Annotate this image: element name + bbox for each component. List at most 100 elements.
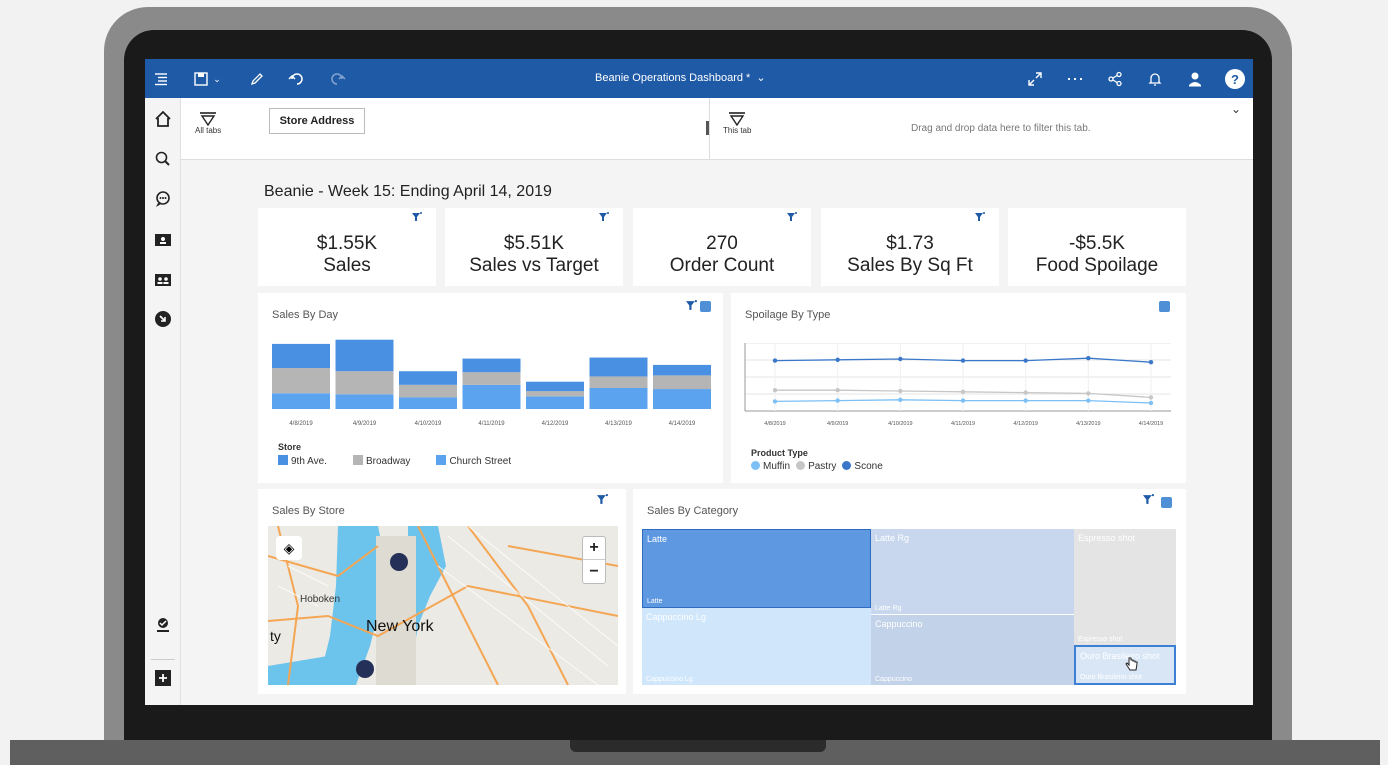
data-point[interactable] <box>1086 391 1091 396</box>
sales-by-store-card[interactable]: Sales By Store ◈ + − Hoboken New York ty <box>258 489 626 694</box>
layers-button[interactable]: ◈ <box>276 536 302 560</box>
all-tabs-filter[interactable]: All tabs <box>195 112 221 135</box>
help-icon[interactable]: ? <box>1225 69 1245 89</box>
filter-icon[interactable] <box>686 300 697 311</box>
data-point[interactable] <box>835 357 840 362</box>
sales-by-category-card[interactable]: Sales By Category Latte Latte Latte Rg L… <box>633 489 1186 694</box>
data-point[interactable] <box>1148 395 1154 400</box>
bar-segment[interactable] <box>335 394 394 409</box>
team-content-icon[interactable] <box>151 268 175 290</box>
bar-segment[interactable] <box>653 375 711 390</box>
data-point[interactable] <box>1086 356 1091 361</box>
treemap-cell[interactable]: Latte Rg Latte Rg <box>871 529 1074 614</box>
data-point[interactable] <box>1023 390 1028 395</box>
spoilage-by-type-card[interactable]: Spoilage By Type 4/8/2019 4/9/2019 4/10/20… <box>731 293 1186 483</box>
kpi-order-count[interactable]: 270 Order Count <box>633 208 811 286</box>
filter-icon[interactable] <box>597 494 608 505</box>
data-point[interactable] <box>1086 398 1091 403</box>
kpi-sales-vs-target[interactable]: $5.51K Sales vs Target <box>445 208 623 286</box>
bar-segment[interactable] <box>526 396 584 409</box>
data-point[interactable] <box>772 358 778 363</box>
bar-segment[interactable] <box>399 397 457 409</box>
undo-icon[interactable] <box>287 69 307 89</box>
treemap-cell[interactable]: Latte Latte <box>642 529 871 608</box>
chevron-down-icon[interactable]: ⌄ <box>211 69 223 89</box>
zoom-in-button[interactable]: + <box>583 537 605 560</box>
zoom-out-button[interactable]: − <box>583 560 605 583</box>
share-icon[interactable] <box>1105 69 1125 89</box>
treemap-cell[interactable]: Cappuccino Lg Cappuccino Lg <box>642 608 871 685</box>
bar-segment[interactable] <box>335 371 394 395</box>
dashboard-title[interactable]: Beanie Operations Dashboard * ⌄ <box>595 71 766 85</box>
spoilage-by-type-chart[interactable]: 4/8/2019 4/9/2019 4/10/2019 4/11/2019 4/12/2… <box>731 343 1186 433</box>
bar-segment[interactable] <box>653 364 711 376</box>
data-point[interactable] <box>960 398 966 403</box>
bar-segment[interactable] <box>589 357 648 377</box>
data-point[interactable] <box>1023 398 1028 403</box>
data-point[interactable] <box>960 358 966 363</box>
legend-item[interactable]: 9th Ave. <box>278 455 327 467</box>
redo-icon[interactable] <box>327 69 347 89</box>
legend-item[interactable]: Muffin <box>751 461 790 472</box>
collapse-chevron-icon[interactable]: ⌄ <box>1231 102 1241 116</box>
data-point[interactable] <box>960 389 966 394</box>
treemap-cell[interactable]: Cappuccino Cappuccino <box>871 614 1074 685</box>
assistant-icon[interactable] <box>151 188 175 210</box>
filter-icon[interactable] <box>1143 494 1154 505</box>
bar-segment[interactable] <box>462 372 521 385</box>
bar-segment[interactable] <box>399 371 457 385</box>
data-point[interactable] <box>1148 360 1154 365</box>
user-icon[interactable] <box>1185 69 1205 89</box>
info-icon[interactable] <box>1161 497 1172 508</box>
this-tab-filter[interactable]: This tab <box>723 112 751 135</box>
data-point[interactable] <box>835 398 840 403</box>
store-address-filter[interactable]: Store Address <box>269 108 365 134</box>
expand-icon[interactable] <box>1025 69 1045 89</box>
legend-item[interactable]: Scone <box>842 461 883 472</box>
legend-item[interactable]: Pastry <box>796 461 836 472</box>
bar-segment[interactable] <box>462 384 521 409</box>
info-icon[interactable] <box>700 301 711 312</box>
treemap-cell[interactable]: Espresso shot Espresso shot <box>1074 529 1176 645</box>
bar-segment[interactable] <box>335 339 394 372</box>
more-icon[interactable]: ⋯ <box>1065 69 1085 89</box>
data-point[interactable] <box>835 388 840 393</box>
store-map[interactable]: ◈ + − Hoboken New York ty <box>268 526 618 685</box>
menu-icon[interactable] <box>151 69 171 89</box>
save-icon[interactable] <box>191 69 211 89</box>
splitter-handle[interactable] <box>706 121 709 135</box>
data-point[interactable] <box>898 397 903 402</box>
bar-segment[interactable] <box>526 381 584 392</box>
filter-drop-zone[interactable]: Drag and drop data here to filter this t… <box>911 123 1091 134</box>
legend-item[interactable]: Church Street <box>436 455 511 467</box>
bar-segment[interactable] <box>526 391 584 397</box>
home-icon[interactable] <box>151 108 175 130</box>
data-point[interactable] <box>772 388 778 393</box>
pencil-icon[interactable] <box>247 69 267 89</box>
kpi-food-spoilage[interactable]: -$5.5K Food Spoilage <box>1008 208 1186 286</box>
data-point[interactable] <box>1148 400 1154 406</box>
bar-segment[interactable] <box>399 384 457 398</box>
kpi-sales-by-sq-ft[interactable]: $1.73 Sales By Sq Ft <box>821 208 999 286</box>
add-new-icon[interactable] <box>151 659 175 689</box>
data-point[interactable] <box>1023 358 1028 363</box>
bar-segment[interactable] <box>272 393 330 409</box>
sales-by-day-chart[interactable]: 4/8/2019 4/9/2019 4/10/2019 4/11/2019 4/12/2… <box>258 325 723 435</box>
sales-by-day-card[interactable]: Sales By Day 4/8/2019 4/9/2019 4/10/2019 4/… <box>258 293 723 483</box>
search-icon[interactable] <box>151 148 175 170</box>
recent-icon[interactable] <box>151 308 175 330</box>
legend-item[interactable]: Broadway <box>352 455 410 467</box>
my-content-icon[interactable] <box>151 228 175 250</box>
kpi-sales[interactable]: $1.55K Sales <box>258 208 436 286</box>
data-point[interactable] <box>898 388 903 394</box>
info-icon[interactable] <box>1159 301 1170 312</box>
bar-segment[interactable] <box>462 358 521 373</box>
bar-segment[interactable] <box>589 376 648 388</box>
account-icon[interactable] <box>151 614 175 636</box>
data-point[interactable] <box>772 399 778 404</box>
bell-icon[interactable] <box>1145 69 1165 89</box>
bar-segment[interactable] <box>653 389 711 409</box>
bar-segment[interactable] <box>589 388 648 409</box>
data-point[interactable] <box>898 356 903 362</box>
bar-segment[interactable] <box>272 368 330 394</box>
